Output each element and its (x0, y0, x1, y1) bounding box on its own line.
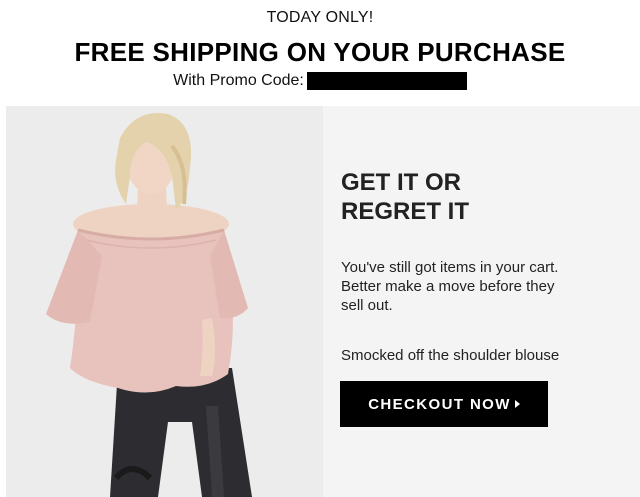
checkout-now-button[interactable]: CHECKOUT NOW (340, 381, 548, 427)
promo-code-redacted (306, 72, 467, 90)
triangle-right-icon (514, 400, 520, 408)
banner-kicker: TODAY ONLY! (266, 9, 374, 26)
hero-title: GET IT OR REGRET IT (341, 168, 601, 226)
promo-code-label: With Promo Code: (173, 71, 304, 89)
product-photo[interactable] (6, 106, 323, 497)
hero-section: GET IT OR REGRET IT You've still got ite… (6, 106, 640, 497)
hero-title-text: GET IT OR REGRET IT (341, 169, 470, 225)
banner-headline: FREE SHIPPING ON YOUR PURCHASE (74, 37, 566, 67)
checkout-now-label: CHECKOUT NOW (368, 395, 511, 413)
message-panel: GET IT OR REGRET IT You've still got ite… (323, 106, 640, 497)
hero-body: You've still got items in your cart. Bet… (341, 259, 559, 314)
product-name: Smocked off the shoulder blouse (341, 347, 560, 364)
promo-code-row: With Promo Code: (0, 71, 640, 90)
promo-banner: TODAY ONLY! FREE SHIPPING ON YOUR PURCHA… (0, 0, 640, 106)
model-illustration (6, 106, 323, 497)
